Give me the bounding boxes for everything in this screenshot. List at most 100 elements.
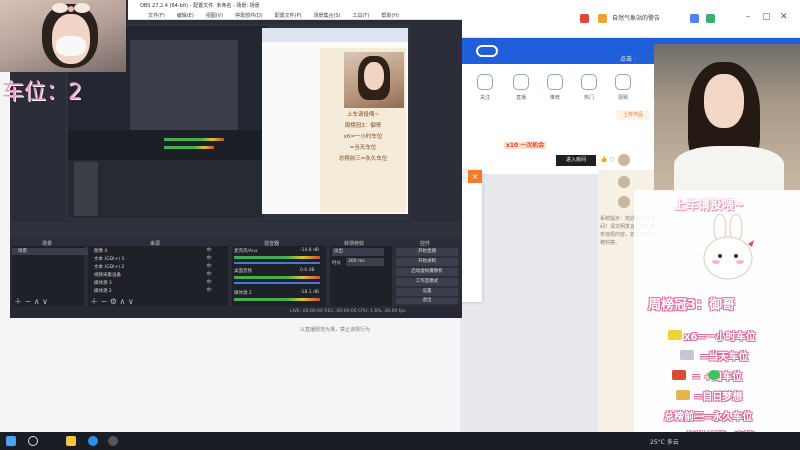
- hot-icon: [581, 74, 597, 90]
- exit-button[interactable]: 退出: [396, 298, 458, 304]
- address-bar[interactable]: 自然气象站的警告: [612, 13, 660, 22]
- visibility-eye-icon[interactable]: 👁: [206, 264, 212, 269]
- menu-tools[interactable]: 工具(T): [352, 13, 369, 19]
- start-recording-button[interactable]: 开始录制: [396, 258, 458, 266]
- avatar[interactable]: [618, 196, 630, 208]
- studio-mode-button[interactable]: 工作室模式: [396, 278, 458, 286]
- visibility-eye-icon[interactable]: 👁: [206, 272, 212, 277]
- gold-bar-icon: [668, 330, 682, 340]
- sub-nav-video[interactable]: 视频: [600, 74, 646, 101]
- face-mask: [56, 36, 86, 56]
- volume-slider[interactable]: [234, 282, 320, 284]
- footer-caption: 以直播规范为准，禁止违规行为: [300, 327, 371, 333]
- weekly-champion-label: 周榜冠3：御哥: [648, 298, 736, 313]
- airplane-icon: [680, 350, 694, 360]
- minimize-icon[interactable]: –: [746, 12, 751, 22]
- visibility-eye-icon[interactable]: 👁: [206, 280, 212, 285]
- nested-audio-meter: [164, 138, 224, 141]
- rule-line: =当天车位: [700, 352, 749, 363]
- rule-line: x6=一小时车位: [684, 332, 756, 343]
- controls-dock-title: 控件: [420, 241, 431, 247]
- visibility-eye-icon[interactable]: 👁: [206, 288, 212, 293]
- mixer-channel-label: 媒体源 2: [234, 291, 252, 296]
- mixer-level: -18.1 dB: [300, 290, 320, 295]
- start-streaming-button[interactable]: 开始直播: [396, 248, 458, 256]
- bunny-mascot-icon: [703, 214, 754, 280]
- avatar[interactable]: [618, 154, 630, 166]
- source-item[interactable]: 视频采集设备 👁: [88, 272, 218, 279]
- fireworks-icon: [676, 390, 690, 400]
- nested-obs-preview-inner: [130, 40, 238, 140]
- parking-spot-label: 车位：2: [2, 80, 82, 105]
- edge-icon[interactable]: [88, 436, 98, 446]
- search-icon[interactable]: [28, 436, 38, 446]
- visibility-eye-icon[interactable]: 👁: [206, 256, 212, 261]
- volume-slider[interactable]: [234, 262, 320, 264]
- menu-view[interactable]: 视图(V): [206, 13, 223, 19]
- promo-title: 上车请投喂~: [674, 198, 745, 212]
- close-icon[interactable]: ✕: [780, 12, 788, 22]
- source-item[interactable]: 文本 (GDI+) 3 👁: [88, 256, 218, 263]
- visibility-eye-icon[interactable]: 👁: [206, 248, 212, 253]
- weather-widget[interactable]: 25°C 多云: [650, 437, 679, 446]
- source-item[interactable]: 媒体源 2 👁: [88, 288, 218, 295]
- menu-file[interactable]: 文件(F): [148, 13, 165, 19]
- obs-menu-bar: 文件(F) 编辑(E) 视图(V) 停靠部件(D) 配置文件(P) 场景集合(S…: [128, 10, 462, 20]
- audio-meter: [234, 276, 320, 279]
- nested-browser-header: [262, 28, 408, 42]
- recommend-icon: [547, 74, 563, 90]
- obs-icon[interactable]: [108, 436, 118, 446]
- obs-status-bar: LIVE: 00:00:00 REC: 00:00:00 CPU: 1.6%, …: [10, 306, 462, 318]
- live-icon: [513, 74, 529, 90]
- extension-icon[interactable]: [706, 14, 715, 23]
- menu-docks[interactable]: 停靠部件(D): [235, 13, 263, 19]
- extension-icon[interactable]: [580, 14, 589, 23]
- source-item[interactable]: 图像 4 👁: [88, 248, 218, 255]
- menu-scene-collection[interactable]: 场景集合(S): [313, 13, 340, 19]
- bonus-text: x10 一次机会: [504, 142, 547, 149]
- extension-icon[interactable]: [598, 14, 607, 23]
- bunny-ears-icon: [52, 3, 90, 13]
- mixer-level: -14.8 dB: [300, 248, 320, 253]
- nested-audio-meter: [164, 146, 214, 149]
- nav-label: 点击 ·: [620, 56, 636, 63]
- transition-select[interactable]: 淡出: [332, 248, 384, 256]
- nested-promo-text: 上车请投喂~ 周榜冠3：御哥 x6=一小时车位 =当天车位 总榜前三=永久车位: [338, 112, 388, 162]
- reaction-icons[interactable]: 👍 ○: [600, 156, 615, 163]
- duration-label: 时长: [332, 261, 341, 266]
- video-icon: [615, 74, 631, 90]
- obs-title: OBS 27.2.4 (64-bit) - 配置文件: 未命名 - 场景: 场景: [140, 3, 260, 9]
- taskbar: [0, 432, 800, 450]
- settings-button[interactable]: 设置: [396, 288, 458, 296]
- webcam-face: [704, 74, 744, 128]
- rule-line: 总榜前三=永久车位: [664, 412, 753, 423]
- menu-help[interactable]: 帮助(H): [381, 13, 399, 19]
- source-item[interactable]: 文本 (GDI+) 2 👁: [88, 264, 218, 271]
- mixer-dock: 麦克风/Aux -14.8 dB 桌面音频 0.0 dB 媒体源 2 -18.1…: [232, 246, 326, 306]
- windows-icon[interactable]: [6, 436, 16, 446]
- mixer-channel-label: 麦克风/Aux: [234, 249, 258, 254]
- wechat-icon: [708, 370, 720, 380]
- upload-button[interactable]: 上传作品: [616, 110, 650, 120]
- menu-profile[interactable]: 配置文件(P): [275, 13, 302, 19]
- obs-docks-toolbar: [10, 222, 462, 238]
- source-item[interactable]: 媒体源 3 👁: [88, 280, 218, 287]
- mixer-level: 0.0 dB: [300, 268, 315, 273]
- extension-icon[interactable]: [690, 14, 699, 23]
- menu-edit[interactable]: 编辑(E): [177, 13, 194, 19]
- audio-meter: [234, 298, 320, 301]
- avatar[interactable]: [618, 176, 630, 188]
- site-logo-icon[interactable]: [476, 45, 498, 57]
- popup-close-button[interactable]: ×: [468, 170, 482, 183]
- duration-input[interactable]: 300 ms: [346, 258, 384, 266]
- audio-meter: [234, 256, 320, 259]
- enter-room-button[interactable]: 进入房间: [556, 155, 596, 166]
- virtual-camera-button[interactable]: 启动虚拟摄像机: [396, 268, 458, 276]
- nested-preview-strip: [74, 162, 98, 216]
- webcam-body: [674, 146, 784, 192]
- transitions-dock: 淡出 时长 300 ms: [330, 246, 392, 306]
- file-explorer-icon[interactable]: [66, 436, 76, 446]
- rocket-icon: [672, 370, 686, 380]
- follow-icon: [477, 74, 493, 90]
- maximize-icon[interactable]: ▢: [762, 12, 771, 22]
